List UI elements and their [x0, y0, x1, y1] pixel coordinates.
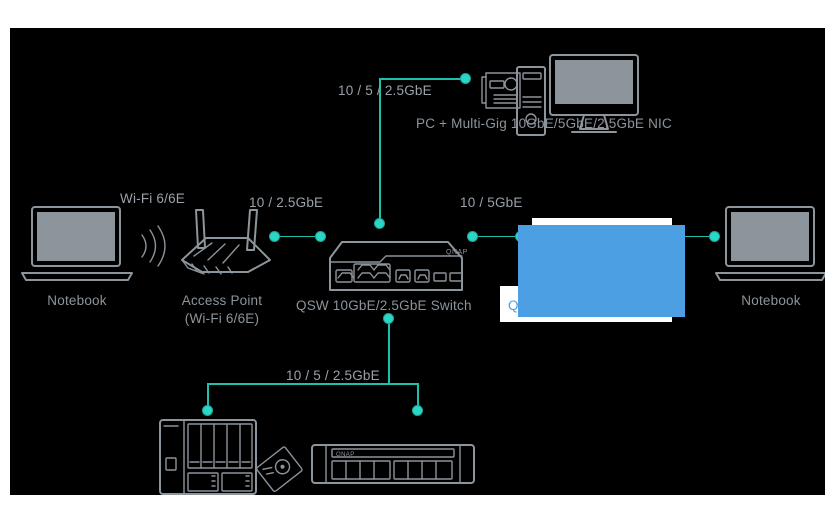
- svg-text:QNAP: QNAP: [336, 452, 355, 458]
- label-switch: QSW 10GbE/2.5GbE Switch: [296, 298, 472, 313]
- label-pc: PC + Multi-Gig 10GbE/5GbE/2.5GbE NIC: [416, 116, 672, 131]
- label-notebook-right: Notebook: [741, 293, 801, 308]
- wire-switch-to-right-device: [472, 235, 520, 238]
- device-nas-rack[interactable]: QNAP: [310, 443, 476, 485]
- laptop-icon: [21, 206, 133, 281]
- speed-label-switch-right: 10 / 5GbE: [460, 195, 523, 210]
- connector-dot-nas-tower[interactable]: [202, 405, 213, 416]
- laptop-icon: [715, 206, 825, 281]
- connector-dot-pc[interactable]: [460, 72, 471, 84]
- wifi-waves-icon: [141, 225, 166, 267]
- diagram-stage: 10 / 5 / 2.5GbE Wi-Fi 6/6E 10 / 2.5GbE 1…: [0, 0, 833, 520]
- hard-drive-icon: [256, 446, 303, 493]
- label-access-point-line2: (Wi-Fi 6/6E): [184, 311, 260, 326]
- label-notebook-left: Notebook: [47, 293, 107, 308]
- wire-switch-to-pc-horizontal: [379, 78, 466, 80]
- speed-label-bottom: 10 / 5 / 2.5GbE: [286, 368, 380, 383]
- network-switch-icon: QNAP: [329, 241, 468, 291]
- nas-tower-icon: [159, 419, 257, 495]
- device-nas-tower[interactable]: [158, 418, 258, 495]
- connector-dot-switch-bottom[interactable]: [383, 313, 394, 324]
- wireless-router-icon: [181, 209, 271, 275]
- wire-nas-bus-horizontal: [207, 383, 419, 385]
- wire-switch-to-pc-vertical: [379, 78, 381, 222]
- connector-dot-nas-rack[interactable]: [412, 405, 424, 416]
- svg-text:QNAP: QNAP: [446, 249, 468, 256]
- wire-switch-to-nas-drop: [388, 318, 390, 384]
- selection-highlight-overlay[interactable]: [518, 225, 685, 317]
- device-nas-drive-badge: [254, 444, 306, 495]
- rackmount-nas-icon: QNAP: [311, 444, 475, 484]
- device-notebook-left[interactable]: [20, 204, 134, 286]
- wifi-signal-arcs: [136, 225, 168, 267]
- connector-dot-switch-top[interactable]: [374, 218, 385, 229]
- device-access-point[interactable]: [170, 208, 274, 280]
- speed-label-top: 10 / 5 / 2.5GbE: [338, 83, 432, 98]
- diagram-canvas: 10 / 5 / 2.5GbE Wi-Fi 6/6E 10 / 2.5GbE 1…: [10, 28, 825, 495]
- device-switch[interactable]: QNAP: [322, 238, 468, 296]
- label-access-point: Access Point: [181, 293, 263, 308]
- device-notebook-right[interactable]: [714, 204, 825, 286]
- connector-dot-switch-right[interactable]: [467, 230, 478, 242]
